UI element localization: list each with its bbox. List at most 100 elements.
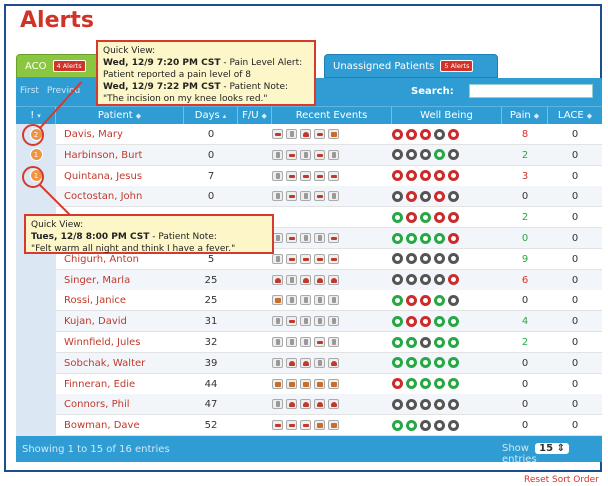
heart-event-icon[interactable] xyxy=(328,399,339,410)
bed-event-icon[interactable] xyxy=(286,233,297,243)
bed-event-icon[interactable] xyxy=(300,253,311,264)
table-row[interactable]: Finneran, Edie 44 0 0 xyxy=(16,373,602,395)
well-being-status-icon[interactable] xyxy=(420,190,431,202)
heart-event-icon[interactable] xyxy=(314,274,325,285)
well-being-status-icon[interactable] xyxy=(392,315,403,327)
table-row[interactable]: 1 Quintana, Jesus 7 3 0 xyxy=(16,165,602,187)
column-header-well-being[interactable]: Well Being xyxy=(392,107,502,125)
well-being-status-icon[interactable] xyxy=(420,357,431,369)
well-being-status-icon[interactable] xyxy=(406,211,417,223)
well-being-status-icon[interactable] xyxy=(420,128,431,140)
well-being-status-icon[interactable] xyxy=(392,378,403,390)
heart-event-icon[interactable] xyxy=(300,399,311,410)
column-header-patient[interactable]: Patient ◆ xyxy=(56,107,184,125)
doc-event-icon[interactable] xyxy=(314,357,325,368)
doc-event-icon[interactable] xyxy=(272,253,283,264)
heart-event-icon[interactable] xyxy=(272,274,283,285)
table-row[interactable]: Sobchak, Walter 39 0 0 xyxy=(16,352,602,374)
well-being-status-icon[interactable] xyxy=(448,274,459,286)
well-being-status-icon[interactable] xyxy=(434,128,445,140)
bed-event-icon[interactable] xyxy=(300,420,311,431)
bed-event-icon[interactable] xyxy=(272,420,283,431)
column-header-days[interactable]: Days ▴ xyxy=(184,107,238,125)
well-being-status-icon[interactable] xyxy=(448,190,459,202)
tab-unassigned-patients[interactable]: Unassigned Patients 5 Alerts xyxy=(324,54,498,78)
bed-event-icon[interactable] xyxy=(286,253,297,264)
doc-event-icon[interactable] xyxy=(328,337,339,347)
doc-event-icon[interactable] xyxy=(272,399,283,410)
well-being-status-icon[interactable] xyxy=(392,149,403,161)
well-being-status-icon[interactable] xyxy=(406,232,417,244)
doc-event-icon[interactable] xyxy=(328,295,339,306)
patient-name-link[interactable]: Harbinson, Burt xyxy=(64,145,182,166)
well-being-status-icon[interactable] xyxy=(392,357,403,369)
well-being-status-icon[interactable] xyxy=(406,149,417,161)
doc-event-icon[interactable] xyxy=(314,295,325,306)
sym-event-icon[interactable] xyxy=(314,420,325,431)
column-header-recent-events[interactable]: Recent Events xyxy=(272,107,392,125)
well-being-status-icon[interactable] xyxy=(434,232,445,244)
doc-event-icon[interactable] xyxy=(272,149,283,160)
table-row[interactable]: Winnfield, Jules 32 2 0 xyxy=(16,332,602,353)
well-being-status-icon[interactable] xyxy=(434,149,445,161)
doc-event-icon[interactable] xyxy=(300,316,311,327)
patient-name-link[interactable]: Sobchak, Walter xyxy=(64,353,182,374)
doc-event-icon[interactable] xyxy=(286,337,297,347)
bed-event-icon[interactable] xyxy=(328,170,339,181)
well-being-status-icon[interactable] xyxy=(448,253,459,265)
bed-event-icon[interactable] xyxy=(314,191,325,202)
heart-event-icon[interactable] xyxy=(300,129,311,139)
well-being-status-icon[interactable] xyxy=(448,294,459,306)
sym-event-icon[interactable] xyxy=(272,378,283,389)
column-header-pain[interactable]: Pain ◆ xyxy=(502,107,548,125)
table-row[interactable]: Bowman, Dave 52 0 0 xyxy=(16,415,602,437)
sym-event-icon[interactable] xyxy=(328,420,339,431)
well-being-status-icon[interactable] xyxy=(448,170,459,182)
well-being-status-icon[interactable] xyxy=(392,232,403,244)
bed-event-icon[interactable] xyxy=(286,170,297,181)
heart-event-icon[interactable] xyxy=(328,274,339,285)
doc-event-icon[interactable] xyxy=(272,316,283,327)
well-being-status-icon[interactable] xyxy=(420,170,431,182)
table-row[interactable]: Rossi, Janice 25 0 0 xyxy=(16,290,602,312)
well-being-status-icon[interactable] xyxy=(406,253,417,265)
well-being-status-icon[interactable] xyxy=(448,211,459,223)
bed-event-icon[interactable] xyxy=(286,191,297,202)
well-being-status-icon[interactable] xyxy=(406,315,417,327)
patient-name-link[interactable]: Kujan, David xyxy=(64,311,182,332)
well-being-status-icon[interactable] xyxy=(434,378,445,390)
well-being-status-icon[interactable] xyxy=(392,274,403,286)
tab-aco[interactable]: ACO 4 Alerts xyxy=(16,54,102,78)
well-being-status-icon[interactable] xyxy=(406,419,417,431)
bed-event-icon[interactable] xyxy=(300,170,311,181)
patient-name-link[interactable]: Bowman, Dave xyxy=(64,415,182,436)
sym-event-icon[interactable] xyxy=(328,378,339,389)
doc-event-icon[interactable] xyxy=(286,129,297,139)
well-being-status-icon[interactable] xyxy=(406,357,417,369)
well-being-status-icon[interactable] xyxy=(434,357,445,369)
doc-event-icon[interactable] xyxy=(272,357,283,368)
bed-event-icon[interactable] xyxy=(286,316,297,327)
table-row[interactable]: Kujan, David 31 4 0 xyxy=(16,311,602,333)
heart-event-icon[interactable] xyxy=(286,399,297,410)
well-being-status-icon[interactable] xyxy=(434,253,445,265)
sym-event-icon[interactable] xyxy=(286,378,297,389)
well-being-status-icon[interactable] xyxy=(420,149,431,161)
reset-sort-order-link[interactable]: Reset Sort Order xyxy=(524,475,599,485)
bed-event-icon[interactable] xyxy=(314,170,325,181)
patient-name-link[interactable]: Coctostan, John xyxy=(64,186,182,207)
table-row[interactable]: Singer, Marla 25 6 0 xyxy=(16,269,602,291)
doc-event-icon[interactable] xyxy=(328,191,339,202)
heart-event-icon[interactable] xyxy=(328,357,339,368)
doc-event-icon[interactable] xyxy=(300,233,311,243)
doc-event-icon[interactable] xyxy=(286,274,297,285)
well-being-status-icon[interactable] xyxy=(448,419,459,431)
heart-event-icon[interactable] xyxy=(286,357,297,368)
sym-event-icon[interactable] xyxy=(272,295,283,306)
patient-name-link[interactable]: Singer, Marla xyxy=(64,270,182,291)
pill-event-icon[interactable] xyxy=(314,129,325,139)
doc-event-icon[interactable] xyxy=(328,316,339,327)
doc-event-icon[interactable] xyxy=(328,149,339,160)
patient-name-link[interactable]: Winnfield, Jules xyxy=(64,332,182,353)
sym-event-icon[interactable] xyxy=(328,129,339,139)
